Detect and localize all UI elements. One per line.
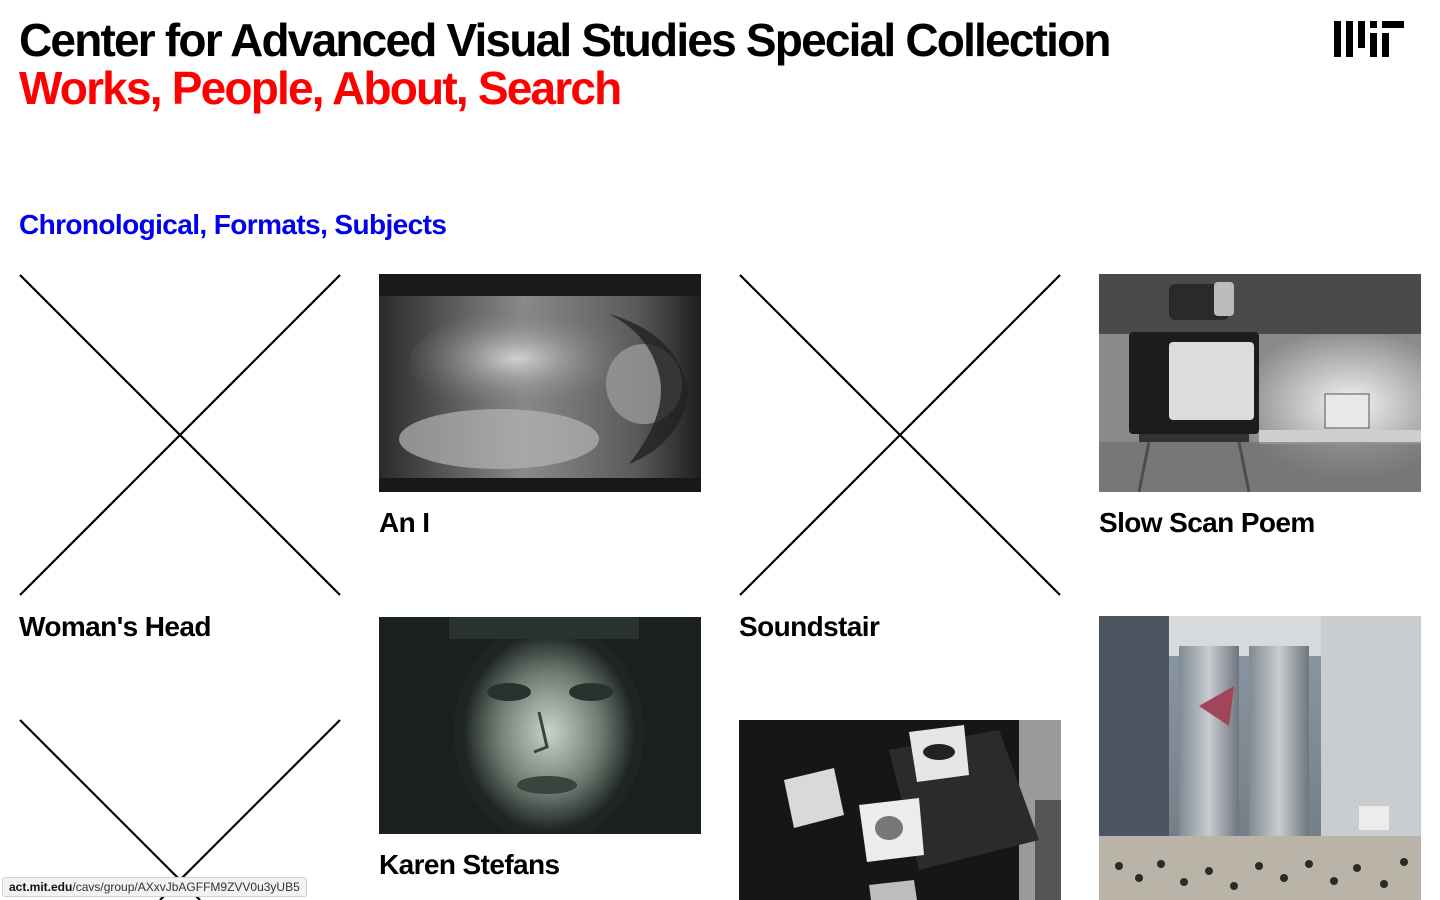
work-thumbnail-karen-stefans bbox=[379, 617, 701, 834]
nav-separator: , bbox=[149, 62, 172, 114]
browse-nav: Chronological, Formats, Subjects bbox=[19, 207, 447, 243]
nav-search-link[interactable]: Search bbox=[478, 62, 622, 114]
work-card-slow-scan-poem[interactable]: Slow Scan Poem bbox=[1099, 274, 1421, 544]
nav-separator: , bbox=[311, 62, 333, 114]
work-card-an-i[interactable]: An I bbox=[379, 274, 701, 544]
browse-separator: , bbox=[199, 209, 214, 240]
placeholder-x-icon bbox=[19, 719, 341, 900]
nav-about-link[interactable]: About bbox=[332, 62, 458, 114]
work-title: Soundstair bbox=[739, 611, 880, 642]
work-title: An I bbox=[379, 507, 430, 538]
work-title: Karen Stefans bbox=[379, 849, 560, 880]
work-card-untitled-placeholder[interactable] bbox=[19, 719, 341, 900]
status-host: act.mit.edu bbox=[9, 880, 73, 894]
browse-chronological-link[interactable]: Chronological bbox=[19, 209, 200, 240]
browse-separator: , bbox=[320, 209, 335, 240]
work-title: Woman's Head bbox=[19, 611, 211, 642]
placeholder-x-icon bbox=[19, 274, 341, 596]
nav-works-link[interactable]: Works bbox=[19, 62, 152, 114]
work-thumbnail-an-i bbox=[379, 274, 701, 492]
nav-separator: , bbox=[455, 62, 478, 114]
work-thumbnail-slow-scan-poem bbox=[1099, 274, 1421, 492]
work-card-karen-stefans[interactable]: Karen Stefans bbox=[379, 617, 701, 887]
status-path: /cavs/group/AXxvJbAGFFM9ZVV0u3yUB5 bbox=[72, 880, 300, 894]
work-thumbnail-monitors bbox=[739, 720, 1061, 900]
work-title: Slow Scan Poem bbox=[1099, 507, 1315, 538]
main-nav: Works, People, About, Search bbox=[19, 62, 622, 114]
link-status-bar: act.mit.edu/cavs/group/AXxvJbAGFFM9ZVV0u… bbox=[2, 877, 307, 897]
browse-subjects-link[interactable]: Subjects bbox=[334, 209, 447, 240]
site-title: Center for Advanced Visual Studies Speci… bbox=[19, 14, 1112, 66]
placeholder-x-icon bbox=[739, 274, 1061, 596]
work-card-womans-head[interactable]: Woman's Head bbox=[19, 274, 341, 654]
work-card-monitors[interactable] bbox=[739, 720, 1061, 900]
nav-people-link[interactable]: People bbox=[172, 62, 314, 114]
mit-logo-icon[interactable] bbox=[1334, 21, 1404, 57]
work-card-museum-hall[interactable] bbox=[1099, 616, 1421, 900]
browse-formats-link[interactable]: Formats bbox=[214, 209, 321, 240]
work-thumbnail-museum-hall bbox=[1099, 616, 1421, 900]
work-card-soundstair[interactable]: Soundstair bbox=[739, 274, 1061, 654]
